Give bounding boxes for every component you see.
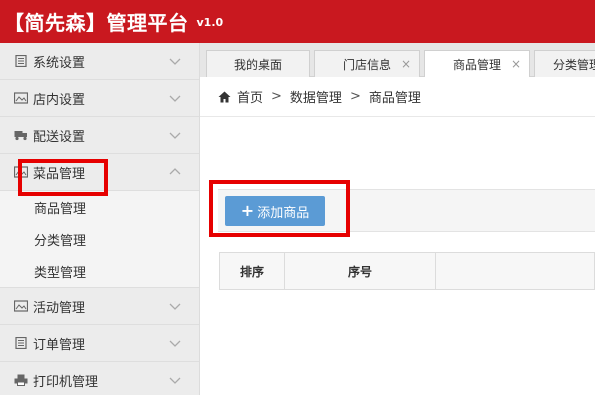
breadcrumb-separator: > (349, 89, 361, 104)
tab-label: 门店信息 (342, 57, 391, 72)
sidebar-subitem-category-management[interactable]: 分类管理 (0, 223, 199, 255)
sidebar-item-delivery-settings[interactable]: 配送设置 (0, 117, 199, 154)
sidebar-item-system-settings[interactable]: 系统设置 (0, 43, 199, 80)
sidebar-item-label: 活动管理 (33, 300, 86, 316)
sidebar-item-label: 系统设置 (33, 55, 86, 71)
image-icon (14, 92, 28, 104)
sidebar-item-label: 店内设置 (33, 92, 86, 108)
tab-my-desktop[interactable]: 我的桌面 (206, 50, 310, 77)
table-header-sort[interactable]: 排序 (220, 253, 285, 289)
add-product-label: 添加商品 (257, 205, 310, 221)
breadcrumb: 首页 > 数据管理 > 商品管理 (200, 77, 595, 117)
tab-label: 我的桌面 (233, 57, 282, 72)
sidebar-item-order-management[interactable]: 订单管理 (0, 325, 199, 362)
tab-label: 商品管理 (452, 58, 501, 72)
add-product-button[interactable]: + 添加商品 (225, 196, 325, 226)
tab-product-management[interactable]: 商品管理 × (424, 50, 530, 78)
sidebar-item-activity-management[interactable]: 活动管理 (0, 288, 199, 325)
chevron-down-icon (169, 377, 181, 384)
plus-icon: + (240, 201, 255, 220)
product-table: 排序 序号 (219, 252, 595, 290)
submenu-dish-management: 商品管理 分类管理 类型管理 (0, 191, 199, 288)
sidebar-item-label: 配送设置 (33, 129, 86, 145)
tab-label: 分类管理 (553, 57, 595, 72)
sidebar-item-printer-management[interactable]: 打印机管理 (0, 362, 199, 395)
chevron-up-icon (169, 168, 181, 175)
tab-category-management[interactable]: 分类管理 (534, 50, 595, 77)
truck-icon (14, 131, 27, 141)
app-title: 【简先森】管理平台 (4, 11, 189, 35)
doc-icon (15, 55, 27, 67)
sidebar-subitem-product-management[interactable]: 商品管理 (0, 191, 199, 223)
chevron-down-icon (169, 95, 181, 102)
image-icon (14, 166, 28, 178)
image-icon (14, 300, 28, 312)
sidebar-subitem-type-management[interactable]: 类型管理 (0, 255, 199, 287)
chevron-down-icon (169, 340, 181, 347)
chevron-down-icon (169, 132, 181, 139)
app-version: v1.0 (196, 16, 224, 29)
breadcrumb-data-management[interactable]: 数据管理 (290, 87, 342, 106)
close-icon[interactable]: × (401, 57, 411, 71)
chevron-down-icon (169, 58, 181, 65)
sidebar-item-dish-management[interactable]: 菜品管理 (0, 154, 199, 191)
chevron-down-icon (169, 303, 181, 310)
sidebar-item-label: 打印机管理 (33, 374, 99, 390)
table-header-number[interactable]: 序号 (285, 253, 436, 289)
breadcrumb-separator: > (271, 89, 282, 104)
tab-store-info[interactable]: 门店信息 × (314, 50, 420, 77)
breadcrumb-product-management: 商品管理 (368, 91, 421, 106)
sidebar-item-store-settings[interactable]: 店内设置 (0, 80, 199, 117)
app-window: 【简先森】管理平台 v1.0 系统设置 店内设置 配送设置 菜品管理 商品管理 … (0, 0, 595, 395)
sidebar-item-label: 订单管理 (33, 337, 86, 353)
close-icon[interactable]: × (511, 57, 521, 71)
printer-icon (14, 374, 28, 386)
list-icon (15, 337, 27, 349)
top-header: 【简先森】管理平台 v1.0 (0, 0, 595, 43)
tab-bar: 我的桌面 门店信息 × 商品管理 × 分类管理 (200, 43, 595, 78)
breadcrumb-home[interactable]: 首页 (237, 87, 263, 106)
sidebar: 系统设置 店内设置 配送设置 菜品管理 商品管理 分类管理 类型管理 活动管理 (0, 43, 200, 395)
home-icon (218, 91, 231, 102)
sidebar-item-label: 菜品管理 (33, 166, 86, 182)
